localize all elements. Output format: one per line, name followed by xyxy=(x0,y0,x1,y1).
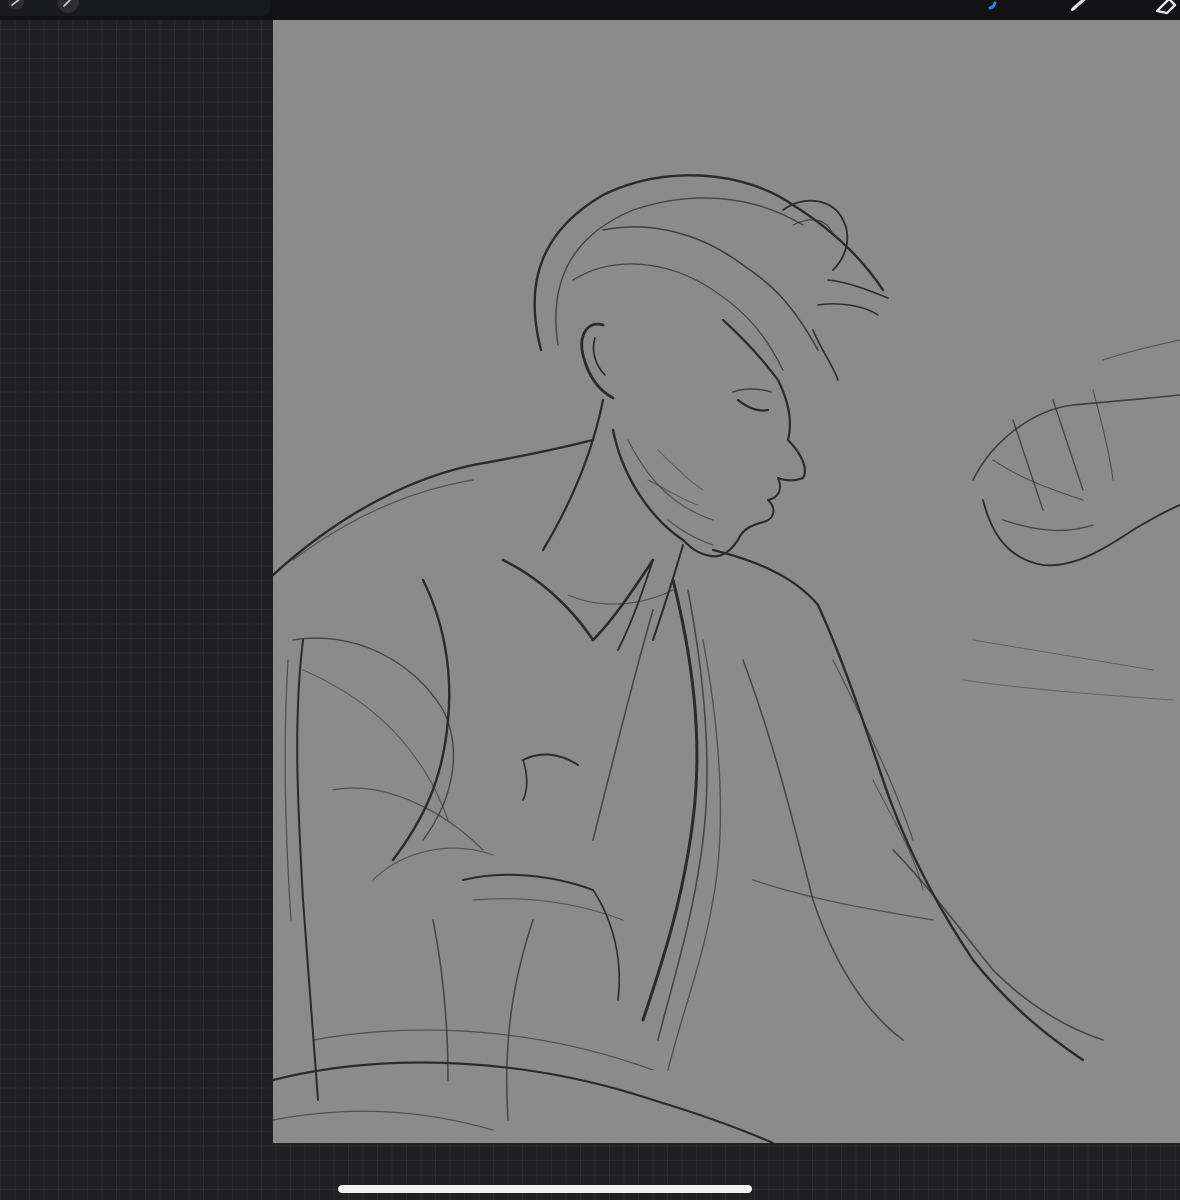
home-indicator[interactable] xyxy=(338,1185,752,1193)
brush-icon[interactable] xyxy=(1066,0,1098,16)
top-toolbar xyxy=(0,0,1180,20)
drawing-canvas[interactable] xyxy=(273,20,1180,1143)
actions-icon[interactable] xyxy=(0,0,32,16)
left-toolbar-group xyxy=(0,0,270,16)
adjustments-icon[interactable] xyxy=(52,0,84,16)
eraser-icon[interactable] xyxy=(1148,0,1180,16)
app-workspace xyxy=(0,0,1180,1200)
sketch-artwork xyxy=(273,174,1180,1143)
color-indicator-icon[interactable] xyxy=(976,0,1008,16)
